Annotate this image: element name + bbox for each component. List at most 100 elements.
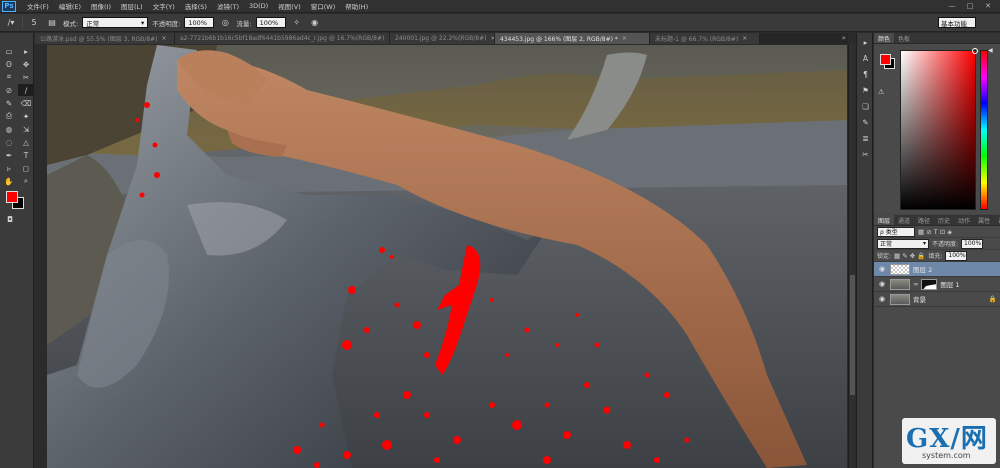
marquee-tool-icon[interactable]: ▭: [1, 45, 17, 57]
type-tool-icon[interactable]: T: [18, 149, 34, 161]
healing-tool-icon[interactable]: ✎: [1, 97, 17, 109]
hand-tool-icon[interactable]: ✋: [1, 175, 17, 187]
layer-mask-thumbnail[interactable]: [921, 278, 938, 290]
menu-edit[interactable]: 编辑(E): [54, 1, 86, 11]
maximize-button[interactable]: □: [962, 1, 978, 11]
stamp-tool-icon[interactable]: ⎙: [1, 110, 17, 122]
airbrush-icon[interactable]: ✧: [290, 17, 304, 29]
tab-doc-2[interactable]: a2-7721b6b1b16c5bf18adf6441b5986ad4c_r.j…: [175, 33, 390, 44]
eye-icon[interactable]: ◉: [877, 295, 887, 303]
quick-select-tool-icon[interactable]: ✥: [18, 58, 34, 70]
dodge-tool-icon[interactable]: ◌: [1, 136, 17, 148]
pressure-size-icon[interactable]: ◉: [308, 17, 322, 29]
gradient-tool-icon[interactable]: ⇲: [18, 123, 34, 135]
paragraph-panel-icon[interactable]: ¶: [858, 67, 873, 81]
lasso-tool-icon[interactable]: ʘ: [1, 58, 17, 70]
close-icon[interactable]: ×: [742, 35, 747, 42]
more-tabs-icon[interactable]: »: [842, 34, 846, 42]
filter-icons[interactable]: ▦ ⊘ T ⊡ ◈: [918, 228, 952, 236]
site-watermark: GX/网 system.com: [902, 418, 996, 464]
tab-properties[interactable]: 属性: [974, 215, 994, 225]
menu-window[interactable]: 窗口(W): [306, 1, 341, 11]
close-button[interactable]: ✕: [980, 1, 996, 11]
menu-view[interactable]: 视图(V): [273, 1, 306, 11]
vertical-scrollbar[interactable]: [848, 45, 855, 468]
path-select-tool-icon[interactable]: ▹: [1, 162, 17, 174]
clone-source-panel-icon[interactable]: ❏: [858, 99, 873, 113]
zoom-tool-icon[interactable]: ⌕: [18, 175, 34, 187]
close-icon[interactable]: ×: [622, 35, 627, 42]
crop-tool-icon[interactable]: ⌗: [1, 71, 17, 83]
brush-panel-toggle-icon[interactable]: ▤: [45, 17, 59, 29]
history-brush-tool-icon[interactable]: ✦: [18, 110, 34, 122]
flow-label: 流量:: [236, 19, 252, 28]
mode-select[interactable]: 正常 ▾: [82, 17, 149, 28]
menu-file[interactable]: 文件(F): [22, 1, 54, 11]
warning-icon[interactable]: ⚠: [878, 88, 884, 96]
workspace-select[interactable]: 基本功能: [938, 17, 976, 28]
layer-item-layer-1[interactable]: ◉ ∞ 图层 1: [874, 277, 1000, 292]
scrollbar-thumb[interactable]: [850, 275, 855, 395]
tab-doc-1[interactable]: 公路游泳.psd @ 55.5% (图层 3, RGB/8#) ×: [35, 33, 175, 44]
brush-tool-preset-icon[interactable]: ∕▾: [4, 17, 18, 29]
fill-input[interactable]: 100%: [945, 250, 968, 261]
hue-pointer-icon[interactable]: ◀: [988, 47, 993, 54]
menu-help[interactable]: 帮助(H): [340, 1, 373, 11]
move-tool-icon[interactable]: ▸: [18, 45, 34, 57]
tab-swatches[interactable]: 色板: [894, 33, 914, 43]
eyedropper-tool-icon[interactable]: ⊘: [1, 84, 17, 96]
menu-filter[interactable]: 滤镜(T): [212, 1, 244, 11]
eye-icon[interactable]: ◉: [877, 280, 887, 288]
shape-tool-icon[interactable]: △: [18, 136, 34, 148]
rectangle-tool-icon[interactable]: ◻: [18, 162, 34, 174]
brush-panel-icon[interactable]: ✎: [858, 115, 873, 129]
history-panel-icon[interactable]: ▸: [858, 35, 873, 49]
layer-name: 图层 2: [913, 266, 933, 274]
tab-color[interactable]: 颜色: [874, 33, 895, 43]
color-field[interactable]: [900, 48, 978, 210]
eraser-tool-icon[interactable]: ⌫: [18, 97, 34, 109]
tab-doc-5[interactable]: 未标题-1 @ 66.7% (RGB/8#) ×: [650, 33, 760, 44]
foreground-color-swatch[interactable]: [880, 54, 891, 65]
slice-tool-icon[interactable]: ✂: [18, 71, 34, 83]
flow-input[interactable]: 100%: [255, 17, 286, 28]
blend-mode-select[interactable]: 正常 ▾: [877, 238, 929, 249]
flow-value: 100%: [259, 18, 279, 27]
close-icon[interactable]: ×: [161, 35, 166, 42]
brush-tool-icon[interactable]: ∕: [18, 84, 34, 96]
tool-presets-panel-icon[interactable]: ✂: [858, 147, 873, 161]
tab-adjustments[interactable]: 调整: [994, 215, 1000, 225]
menu-type[interactable]: 文字(Y): [148, 1, 180, 11]
tab-history[interactable]: 历史: [934, 215, 954, 225]
layer-item-background[interactable]: ◉ 背景 🔒: [874, 292, 1000, 307]
menu-image[interactable]: 图像(I): [86, 1, 116, 11]
properties-panel-icon[interactable]: ≣: [858, 131, 873, 145]
menu-select[interactable]: 选择(S): [180, 1, 212, 11]
pressure-opacity-icon[interactable]: ◎: [218, 17, 232, 29]
tab-paths[interactable]: 路径: [914, 215, 934, 225]
menu-3d[interactable]: 3D(D): [244, 2, 273, 10]
quick-mask-icon[interactable]: ◘: [2, 213, 18, 225]
minimize-button[interactable]: —: [944, 1, 960, 11]
opacity-input[interactable]: 100%: [184, 17, 215, 28]
tab-channels[interactable]: 通道: [894, 215, 914, 225]
layer-item-layer-2[interactable]: ◉ 图层 2: [874, 262, 1000, 277]
tab-actions[interactable]: 动作: [954, 215, 974, 225]
layer-opacity-input[interactable]: 100%: [961, 238, 984, 249]
color-picker-cursor[interactable]: [972, 48, 978, 54]
document-canvas[interactable]: [47, 45, 847, 468]
layer-filter-select[interactable]: ρ 类型: [877, 226, 915, 237]
character-panel-icon[interactable]: A: [858, 51, 873, 65]
tab-doc-3[interactable]: 240001.jpg @ 22.2%(RGB/8#) ×: [390, 33, 495, 44]
pen-tool-icon[interactable]: ✒: [1, 149, 17, 161]
tab-doc-4-active[interactable]: 434453.jpg @ 166% (图层 2, RGB/8#) * ×: [495, 33, 650, 44]
eye-icon[interactable]: ◉: [877, 265, 887, 273]
notes-panel-icon[interactable]: ⚑: [858, 83, 873, 97]
menu-layer[interactable]: 图层(L): [116, 1, 148, 11]
hue-slider[interactable]: [980, 50, 988, 210]
blur-tool-icon[interactable]: ◍: [1, 123, 17, 135]
lock-icons[interactable]: ▦ ✎ ✥ 🔒: [894, 252, 925, 260]
foreground-color-swatch[interactable]: [6, 191, 18, 203]
brush-size-picker[interactable]: 5: [27, 17, 41, 29]
tab-layers[interactable]: 图层: [874, 215, 895, 225]
